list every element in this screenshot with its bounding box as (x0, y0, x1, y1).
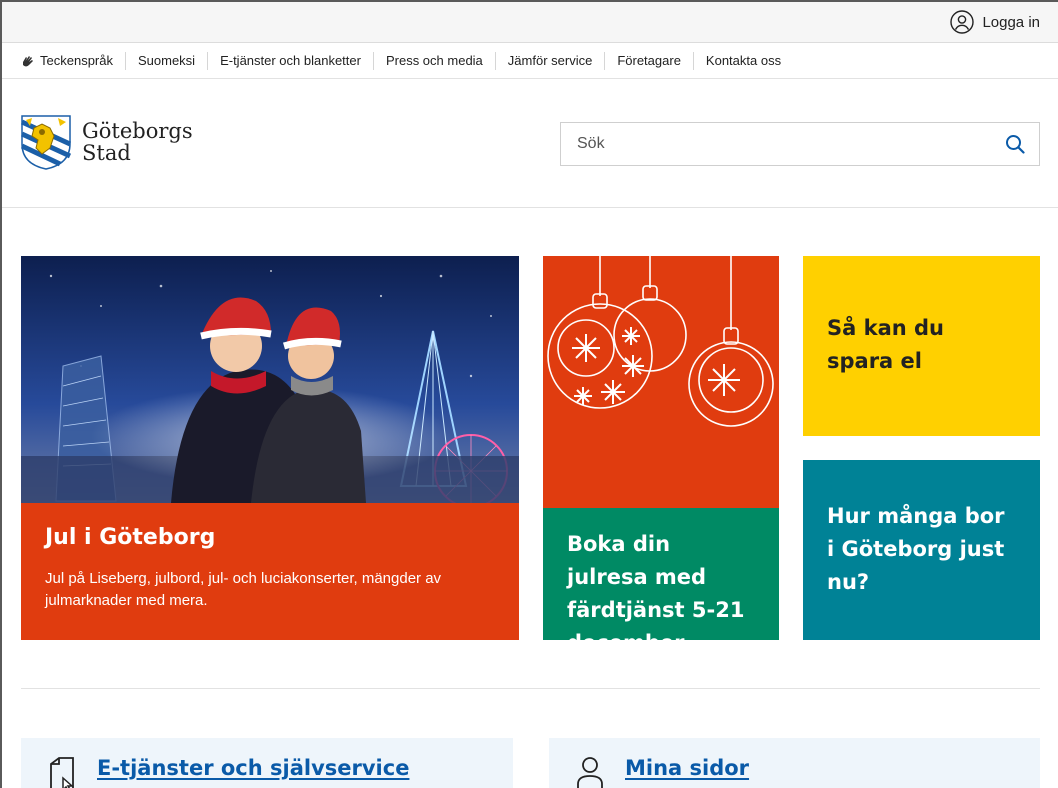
login-label: Logga in (982, 13, 1040, 31)
site-header: Göteborgs Stad (2, 80, 1058, 208)
link-press[interactable]: Press och media (372, 51, 495, 70)
link-suomeksi[interactable]: Suomeksi (124, 51, 207, 70)
card-title: Jul i Göteborg (45, 525, 216, 550)
card-save-electricity[interactable]: Så kan du spara el (803, 256, 1040, 436)
link-contact[interactable]: Kontakta oss (692, 51, 793, 70)
link-label: Teckenspråk (40, 52, 113, 68)
card-population[interactable]: Hur många bor i Göteborg just nu? (803, 460, 1040, 640)
search-box (560, 122, 1040, 166)
city-crest-icon (20, 115, 72, 170)
tile-e-services[interactable]: E-tjänster och självservice (21, 738, 513, 788)
tile-my-pages[interactable]: Mina sidor (549, 738, 1040, 788)
card-title: Hur många bor i Göteborg just nu? (827, 504, 1005, 594)
person-icon (577, 757, 603, 788)
card-christmas-gothenburg[interactable]: Jul i Göteborg Jul på Liseberg, julbord,… (21, 256, 519, 640)
card-title: Boka din julresa med färdtjänst 5-21 dec… (567, 532, 745, 640)
quick-links-bar: Teckenspråk Suomeksi E-tjänster och blan… (2, 43, 1058, 79)
top-utility-bar: Logga in (2, 2, 1058, 43)
link-e-services[interactable]: E-tjänster och blanketter (207, 51, 373, 70)
link-sign-language[interactable]: Teckenspråk (20, 52, 125, 70)
search-icon (1006, 135, 1025, 154)
christmas-ornaments-illustration (543, 256, 779, 508)
link-business[interactable]: Företagare (604, 51, 693, 70)
login-button[interactable]: Logga in (950, 10, 1040, 34)
tile-label: Mina sidor (625, 756, 750, 780)
search-button[interactable] (991, 123, 1039, 165)
logo-line2: Stad (82, 141, 131, 165)
section-divider (21, 688, 1040, 689)
card-transport-service[interactable]: Boka din julresa med färdtjänst 5-21 dec… (543, 256, 779, 640)
site-logo[interactable]: Göteborgs Stad (20, 114, 193, 170)
christmas-photo (21, 256, 519, 503)
link-compare-service[interactable]: Jämför service (494, 51, 605, 70)
search-input[interactable] (561, 123, 991, 165)
card-body: Jul i Göteborg Jul på Liseberg, julbord,… (21, 503, 519, 640)
user-circle-icon (950, 10, 975, 34)
document-cursor-icon (50, 757, 74, 788)
card-title: Så kan du spara el (827, 316, 944, 373)
card-body: Boka din julresa med färdtjänst 5-21 dec… (543, 508, 779, 640)
sign-language-icon (23, 55, 33, 66)
logo-line1: Göteborgs (82, 119, 193, 143)
card-description: Jul på Liseberg, julbord, jul- och lucia… (45, 570, 442, 609)
tile-label: E-tjänster och självservice (97, 756, 410, 780)
